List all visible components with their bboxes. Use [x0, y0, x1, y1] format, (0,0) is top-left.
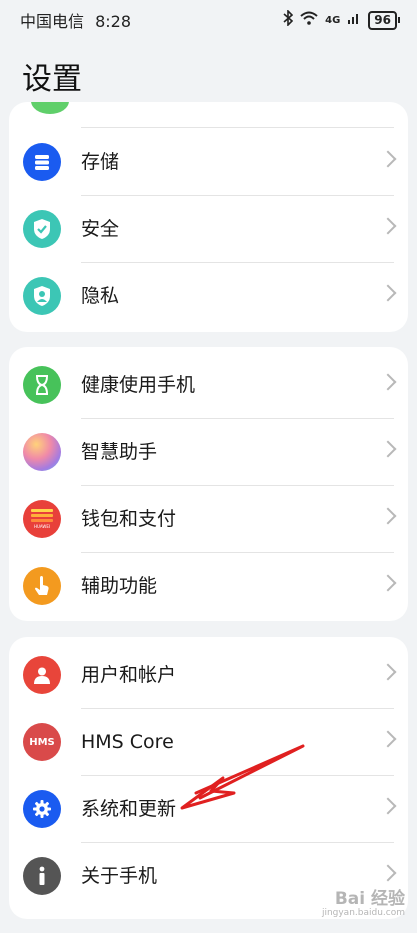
settings-item-system-updates[interactable]: 系统和更新 [9, 776, 408, 842]
gear-icon [23, 790, 61, 828]
chevron-right-icon [379, 663, 397, 681]
chevron-right-icon [379, 440, 397, 458]
settings-item-digital-balance[interactable]: 健康使用手机 [9, 352, 408, 418]
accessibility-hand-icon [23, 567, 61, 605]
chevron-right-icon [379, 574, 397, 592]
settings-item-wallet[interactable]: HUAWEI 钱包和支付 [9, 486, 408, 552]
settings-item-label: 钱包和支付 [81, 508, 177, 530]
hms-icon-text: HMS [29, 736, 55, 748]
chevron-right-icon [379, 797, 397, 815]
privacy-shield-icon [23, 277, 61, 315]
status-icons: 4G 96 [283, 9, 400, 30]
settings-item-users-accounts[interactable]: 用户和帐户 [9, 642, 408, 708]
user-icon [23, 656, 61, 694]
status-bar: 中国电信 8:28 4G 96 [0, 0, 417, 40]
carrier-label: 中国电信 [20, 12, 85, 31]
page-title: 设置 [22, 62, 82, 97]
info-icon [23, 857, 61, 895]
settings-group-1: 存储 安全 隐私 [9, 102, 408, 332]
wifi-icon [300, 11, 318, 29]
settings-group-2: 健康使用手机 智慧助手 HUAWEI 钱包和支付 辅助功能 [9, 347, 408, 621]
chevron-right-icon [379, 284, 397, 302]
signal-icon [347, 11, 361, 29]
battery-indicator: 96 [368, 10, 400, 30]
divider [81, 127, 394, 128]
settings-item-assistant[interactable]: 智慧助手 [9, 419, 408, 485]
chevron-right-icon [379, 217, 397, 235]
settings-item-label: 辅助功能 [81, 575, 158, 597]
chevron-right-icon [379, 730, 397, 748]
network-type: 4G [325, 14, 341, 26]
shield-check-icon [23, 210, 61, 248]
watermark-brand: Bai 经验 [334, 889, 405, 910]
settings-item-accessibility[interactable]: 辅助功能 [9, 553, 408, 619]
storage-icon [23, 143, 61, 181]
settings-item-label: 关于手机 [81, 865, 158, 887]
settings-item-label: 存储 [81, 151, 120, 173]
settings-item-label: 隐私 [81, 285, 120, 307]
settings-item-label: 用户和帐户 [81, 664, 177, 686]
hms-icon: HMS [23, 723, 61, 761]
chevron-right-icon [379, 864, 397, 882]
bluetooth-icon [283, 9, 294, 30]
settings-item-label: 系统和更新 [81, 798, 177, 820]
wallet-stripes [31, 509, 53, 522]
settings-item-label: 智慧助手 [81, 441, 158, 463]
settings-group-3: 用户和帐户 HMS HMS Core 系统和更新 关于手机 [9, 637, 408, 919]
wallet-brand-text: HUAWEI [33, 524, 51, 529]
chevron-right-icon [379, 507, 397, 525]
settings-item-label: HMS Core [81, 731, 174, 753]
settings-item-hms-core[interactable]: HMS HMS Core [9, 709, 408, 775]
assistant-orb-icon [23, 433, 61, 471]
watermark: Bai 经验 jingyan.baidu.com [322, 890, 405, 919]
settings-item-privacy[interactable]: 隐私 [9, 263, 408, 329]
settings-item-label: 健康使用手机 [81, 374, 196, 396]
settings-item-security[interactable]: 安全 [9, 196, 408, 262]
settings-item-label: 安全 [81, 218, 120, 240]
status-left: 中国电信 8:28 [20, 8, 131, 32]
hourglass-icon [23, 366, 61, 404]
settings-item-storage[interactable]: 存储 [9, 129, 408, 195]
clock: 8:28 [95, 12, 132, 31]
scrolled-item-icon [31, 102, 69, 114]
watermark-url: jingyan.baidu.com [321, 908, 405, 919]
chevron-right-icon [379, 373, 397, 391]
wallet-icon: HUAWEI [23, 500, 61, 538]
chevron-right-icon [379, 150, 397, 168]
